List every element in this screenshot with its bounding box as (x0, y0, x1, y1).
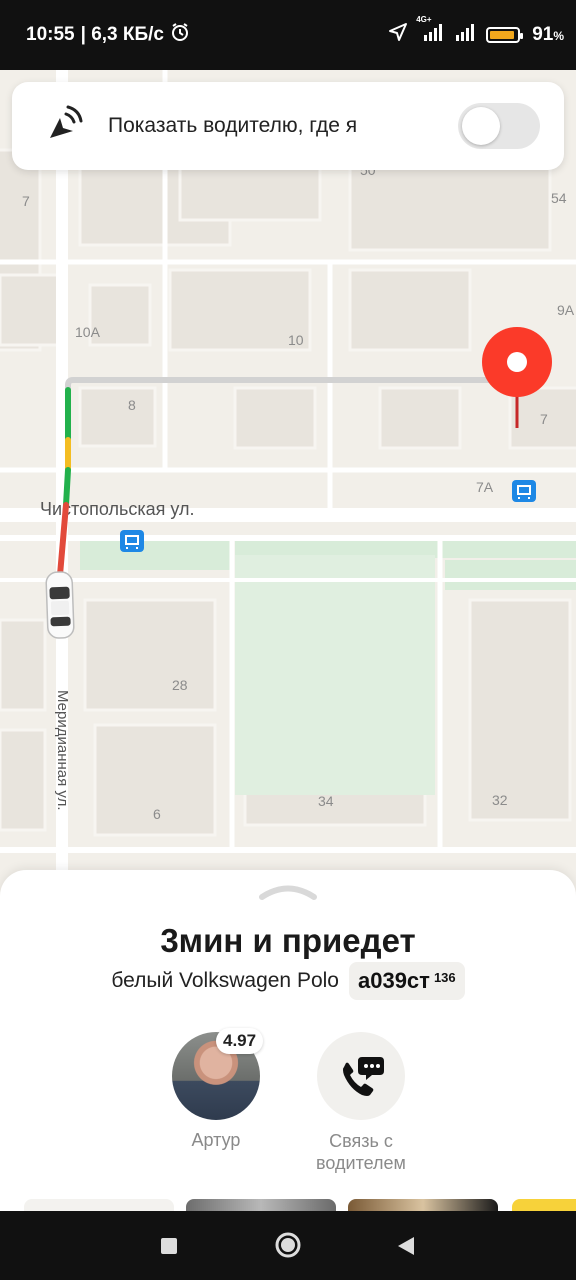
contact-label-line1: Связь с (329, 1131, 393, 1151)
license-plate: а039ст 136 (348, 962, 465, 1000)
driver-name: Артур (191, 1130, 241, 1150)
home-icon[interactable] (274, 1231, 302, 1264)
transit-stop-icon[interactable] (512, 480, 536, 502)
contact-driver-button[interactable]: Связь с водителем (306, 1032, 416, 1174)
promo-card[interactable] (348, 1199, 498, 1211)
phone-chat-icon[interactable] (317, 1032, 405, 1120)
recents-icon[interactable] (160, 1237, 178, 1260)
promo-card[interactable] (186, 1199, 336, 1211)
system-nav-bar (0, 1211, 576, 1280)
car-info: белый Volkswagen Polo а039ст 136 (0, 962, 576, 1000)
network-type: 4G+ (416, 15, 432, 24)
building (83, 598, 217, 712)
house-number: 32 (492, 792, 508, 808)
car-icon (45, 571, 75, 639)
map[interactable]: 7 50 54 10А 10 9А 8 7 7А 28 34 32 6 Чист… (0, 70, 576, 890)
location-share-icon (46, 104, 86, 149)
building (233, 386, 317, 450)
house-number: 54 (551, 190, 567, 206)
share-location-card: Показать водителю, где я (12, 82, 564, 170)
building (0, 728, 47, 832)
house-number: 7А (476, 479, 494, 495)
sheet-handle-icon[interactable] (258, 884, 318, 905)
signal-icon-2 (454, 23, 478, 47)
signal-icon: 4G+ (416, 15, 446, 47)
car-description: белый Volkswagen Polo (111, 969, 339, 992)
building (78, 386, 157, 448)
status-bar: 10:55 | 6,3 КБ/с 4G+ 91% (0, 0, 576, 70)
building (348, 268, 472, 352)
driver-profile[interactable]: 4.97 Артур (168, 1028, 264, 1151)
driver-rating: 4.97 (216, 1028, 264, 1054)
promo-cards-row (0, 1199, 576, 1211)
toggle-knob (462, 107, 500, 145)
park (235, 555, 435, 795)
building (468, 598, 572, 822)
park (80, 540, 230, 570)
eta-title: 3мин и приедет (160, 922, 416, 959)
house-number: 9А (557, 302, 575, 318)
house-number: 8 (128, 397, 136, 413)
building (348, 158, 552, 252)
map-canvas[interactable]: 7 50 54 10А 10 9А 8 7 7А 28 34 32 6 Чист… (0, 70, 576, 890)
location-arrow-icon (388, 22, 408, 48)
house-number: 10А (75, 324, 101, 340)
house-number: 10 (288, 332, 304, 348)
transit-stop-icon[interactable] (120, 530, 144, 552)
house-number: 6 (153, 806, 161, 822)
house-number: 34 (318, 793, 334, 809)
contact-label-line2: водителем (316, 1153, 406, 1173)
park (445, 560, 576, 590)
promo-card[interactable] (24, 1199, 174, 1211)
building (378, 386, 462, 450)
promo-card[interactable] (512, 1199, 576, 1211)
route-segment-green-2 (63, 467, 71, 508)
share-location-toggle[interactable] (458, 103, 540, 149)
house-number: 7 (22, 193, 30, 209)
street-label-meridiannaya: Меридианная ул. (54, 690, 71, 811)
building (0, 618, 47, 712)
house-number: 28 (172, 677, 188, 693)
battery-percent: 91 (532, 24, 554, 45)
network-speed: | 6,3 КБ/с (80, 24, 164, 45)
back-icon[interactable] (396, 1236, 416, 1261)
contact-driver-label: Связь с водителем (306, 1130, 416, 1174)
house-number: 7 (540, 411, 548, 427)
plate-number: а039ст (357, 968, 430, 993)
ride-info-sheet[interactable]: 3мин и приедет белый Volkswagen Polo а03… (0, 870, 576, 1211)
share-location-label: Показать водителю, где я (108, 114, 358, 137)
plate-region: 136 (433, 970, 456, 985)
building (0, 273, 62, 347)
battery-icon (486, 27, 524, 43)
clock: 10:55 (26, 24, 75, 45)
alarm-icon (170, 22, 190, 48)
driver-avatar[interactable]: 4.97 (172, 1028, 264, 1120)
